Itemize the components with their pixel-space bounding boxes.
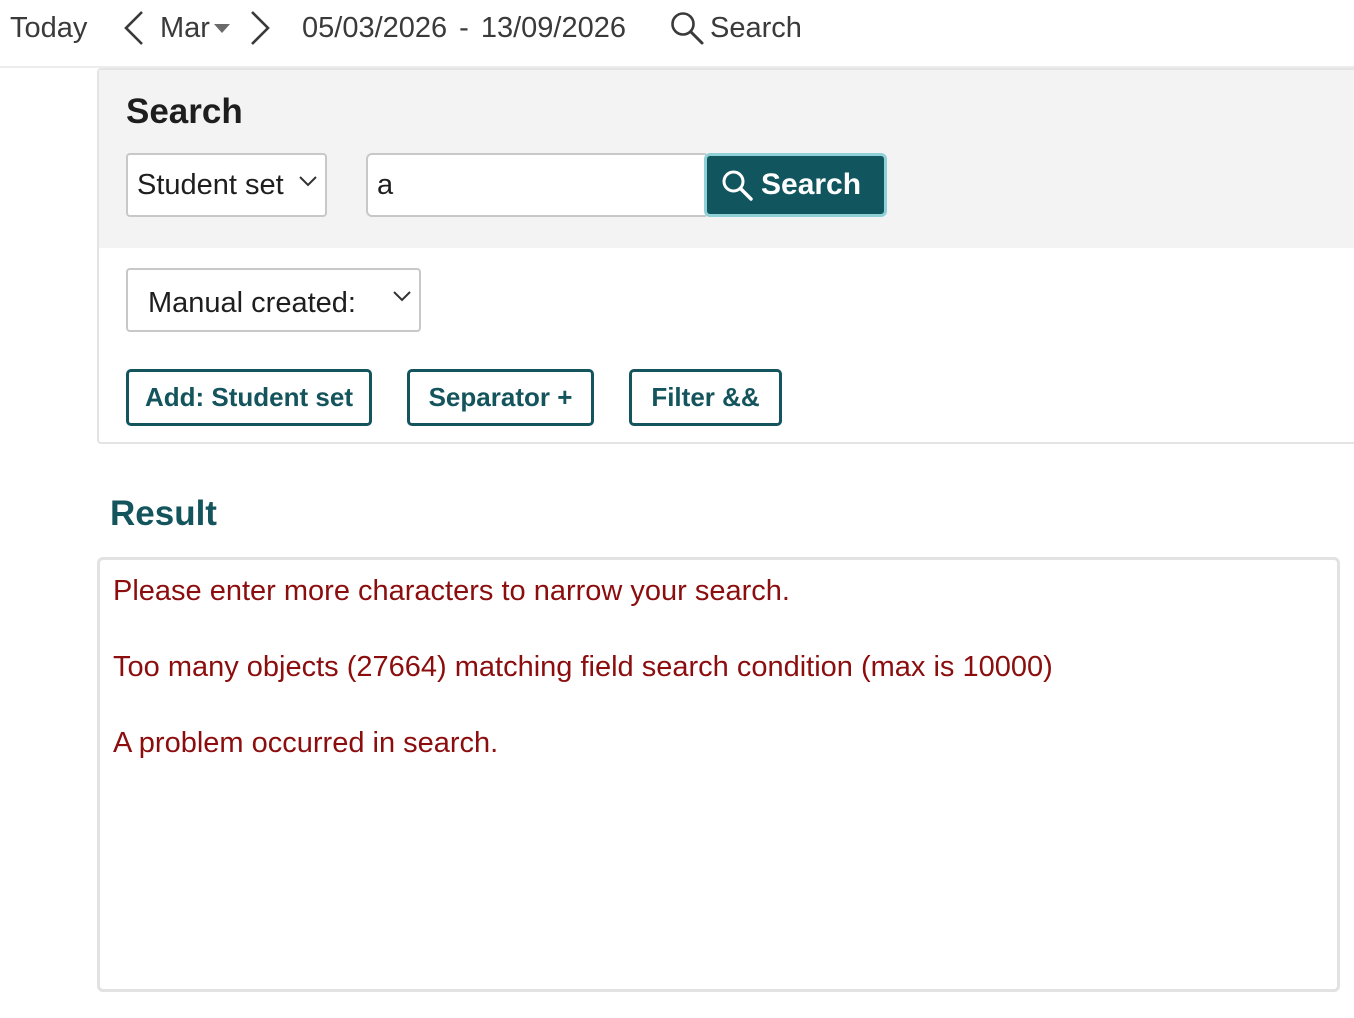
manual-created-select[interactable]: Manual created: [126,268,421,332]
add-student-set-button[interactable]: Add: Student set [126,369,372,426]
search-panel-title: Search [126,92,243,131]
separator-button[interactable]: Separator + [407,369,594,426]
date-range[interactable]: 05/03/2026 - 13/09/2026 [302,8,626,48]
today-button[interactable]: Today [10,8,87,48]
result-title: Result [110,494,217,533]
object-type-value: Student set [137,168,284,201]
result-box: Please enter more characters to narrow y… [97,557,1340,992]
separator-label: Separator + [428,382,573,412]
month-label: Mar [160,11,210,44]
object-type-select[interactable]: Student set [126,153,327,217]
range-end-date: 13/09/2026 [480,11,626,44]
error-message: A problem occurred in search. [113,727,499,759]
next-month-button[interactable] [244,8,276,48]
chevron-left-icon [124,11,143,45]
search-button[interactable]: Search [704,153,887,217]
search-panel: Search Student set Search Manual created… [97,68,1354,444]
range-start-date: 05/03/2026 [302,11,448,44]
chevron-right-icon [251,11,270,45]
previous-month-button[interactable] [118,8,150,48]
error-message: Please enter more characters to narrow y… [113,575,790,607]
filter-label: Filter && [651,382,760,412]
today-label: Today [10,11,88,44]
add-student-set-label: Add: Student set [145,382,353,412]
caret-down-icon [213,24,230,33]
top-search-label: Search [710,11,802,44]
search-icon [722,170,753,201]
search-icon [671,12,704,45]
top-navigation-bar: Today Mar 05/03/2026 - 13/09/2026 Search [0,0,1354,68]
range-separator: - [459,11,469,44]
month-dropdown[interactable]: Mar [160,8,230,48]
filter-button[interactable]: Filter && [629,369,782,426]
chevron-down-icon [393,291,411,302]
search-button-label: Search [761,168,862,201]
top-search-link[interactable]: Search [670,8,802,48]
search-input[interactable] [366,153,706,217]
chevron-down-icon [299,176,317,187]
manual-created-value: Manual created: [148,286,356,319]
error-message: Too many objects (27664) matching field … [113,651,1053,683]
